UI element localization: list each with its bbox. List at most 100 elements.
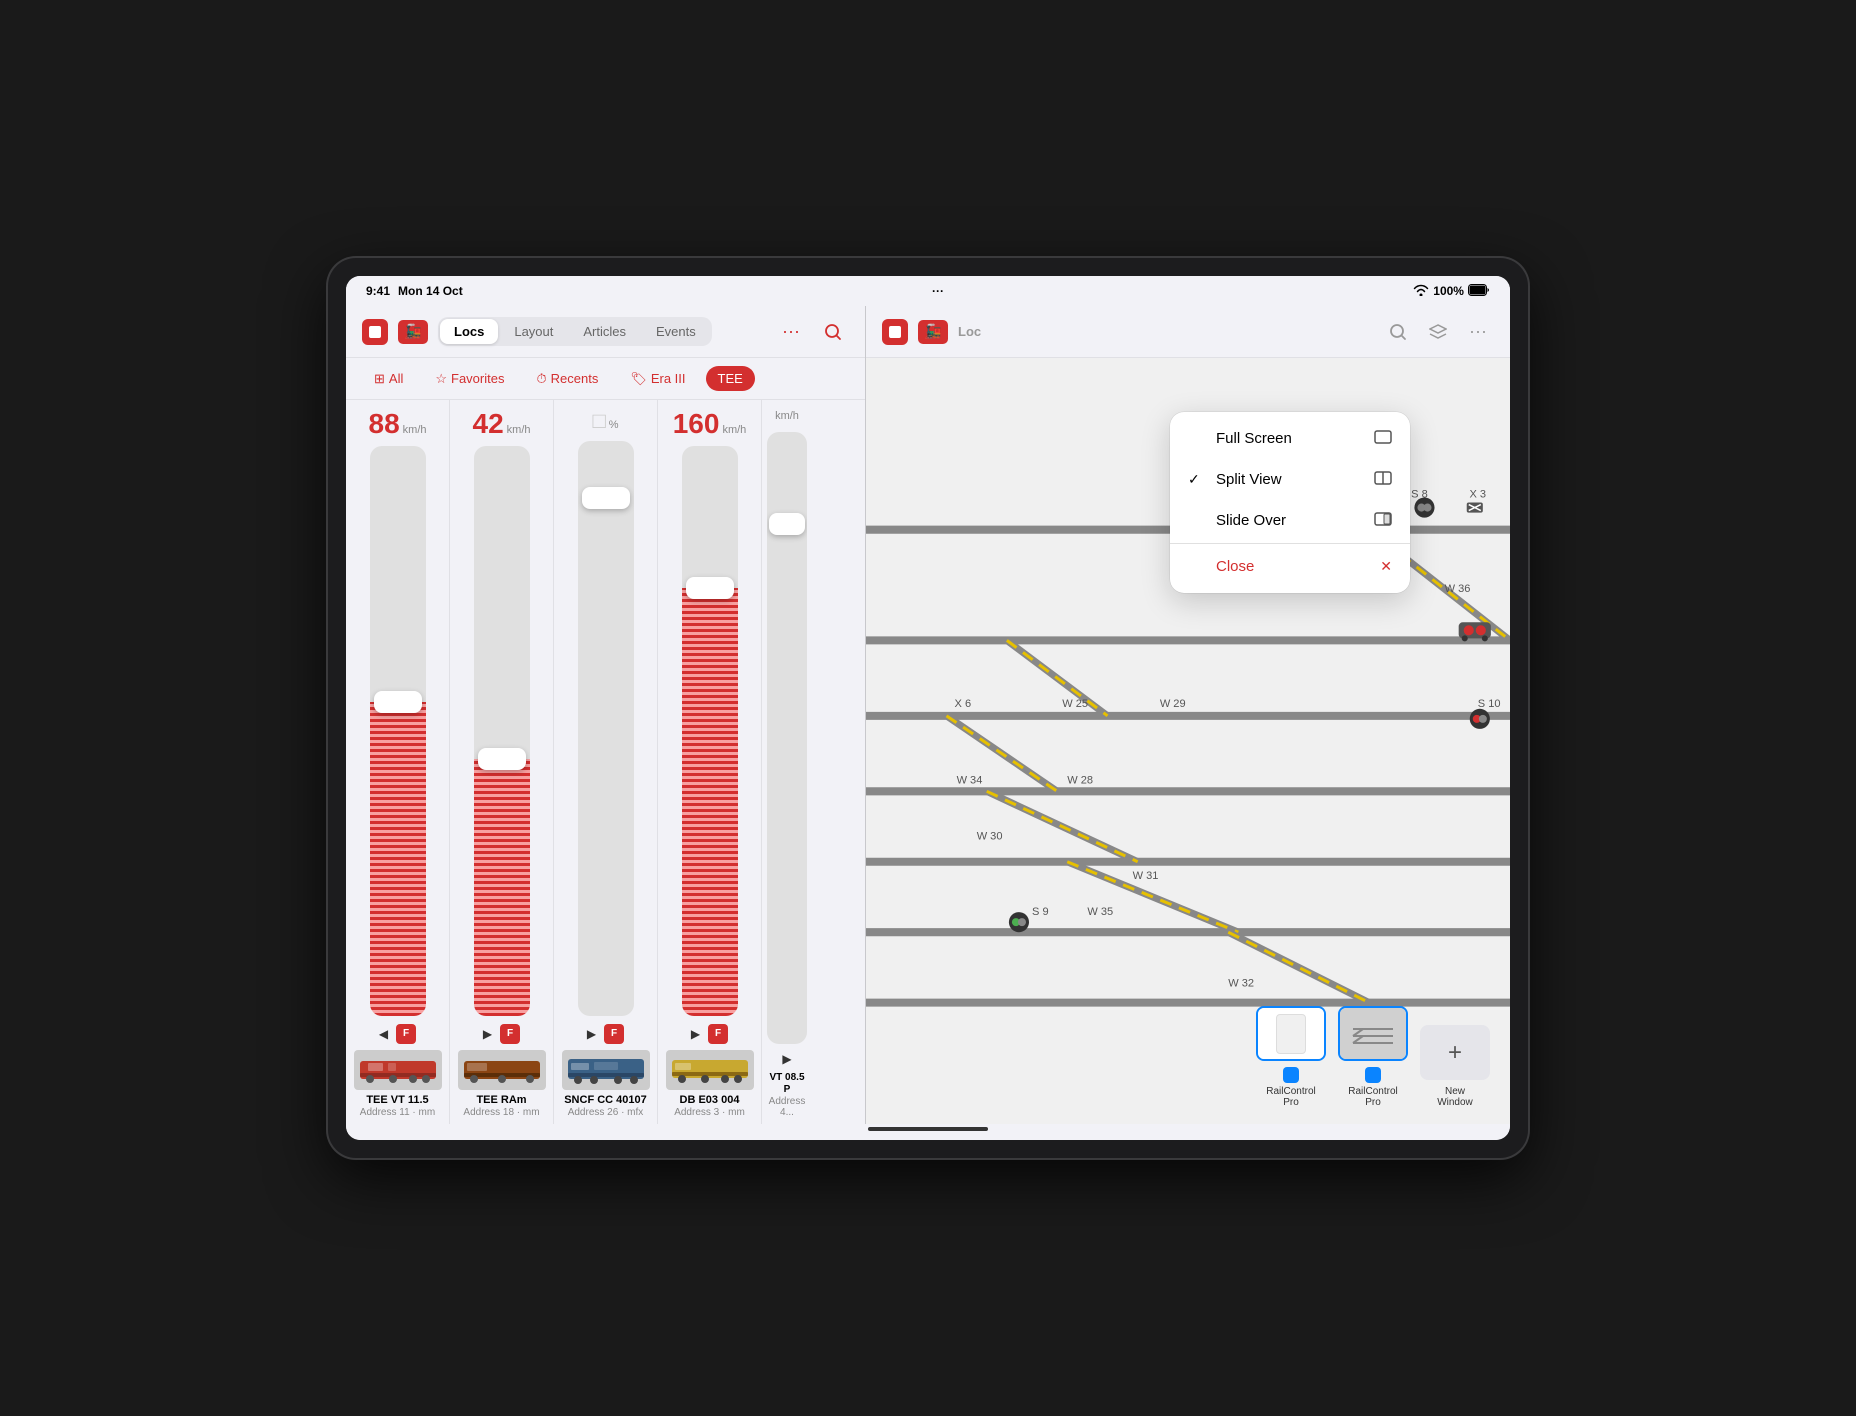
label-x3: X 3 bbox=[1470, 488, 1487, 500]
loco4-func[interactable]: F bbox=[708, 1024, 728, 1044]
loco-1: 88 km/h ◀ F bbox=[346, 400, 450, 1124]
loco3-controls: ▶ F bbox=[587, 1024, 624, 1044]
loco3-unit: % bbox=[609, 419, 619, 431]
filter-era-icon: 🏷 bbox=[630, 371, 647, 387]
loco2-name: TEE RAm bbox=[476, 1094, 526, 1107]
cross-x3[interactable] bbox=[1467, 503, 1483, 513]
filter-all-label: All bbox=[389, 371, 403, 386]
tab-events[interactable]: Events bbox=[642, 319, 710, 344]
menu-splitview-check: ✓ bbox=[1188, 471, 1204, 488]
loco2-addr: Address 18 · mm bbox=[463, 1107, 539, 1118]
filter-fav-label: Favorites bbox=[451, 371, 504, 386]
new-window-button[interactable]: + bbox=[1420, 1025, 1490, 1080]
train-icon[interactable]: 🚂 bbox=[398, 320, 428, 344]
windows-strip: RailControl Pro bbox=[1256, 1006, 1490, 1108]
loco4-thumb[interactable] bbox=[686, 577, 734, 599]
right-train-icon[interactable]: 🚂 bbox=[918, 320, 948, 344]
loco2-fwd[interactable]: ▶ bbox=[483, 1027, 492, 1041]
loco-5: km/h ▶ VT 08.5 P Address 4... bbox=[762, 400, 812, 1124]
new-window-thumb: + New Window bbox=[1420, 1025, 1490, 1108]
loco4-image bbox=[666, 1050, 754, 1090]
loco1-addr: Address 11 · mm bbox=[360, 1107, 435, 1118]
window-preview-2[interactable] bbox=[1338, 1006, 1408, 1061]
filter-tee[interactable]: TEE bbox=[706, 366, 755, 391]
loco5-thumb[interactable] bbox=[769, 513, 805, 535]
loco5-addr: Address 4... bbox=[768, 1096, 806, 1118]
popup-menu: Full Screen ✓ Split View bbox=[1170, 412, 1410, 593]
loco2-speed: 42 bbox=[473, 410, 504, 438]
tab-group: Locs Layout Articles Events bbox=[438, 317, 712, 346]
menu-fullscreen[interactable]: Full Screen bbox=[1170, 418, 1410, 459]
filter-tee-label: TEE bbox=[718, 371, 743, 386]
filter-era[interactable]: 🏷 Era III bbox=[618, 366, 697, 392]
filter-recents[interactable]: ⏱ Recents bbox=[524, 366, 610, 392]
filter-favorites[interactable]: ☆ Favorites bbox=[423, 366, 516, 392]
loco1-reverse[interactable]: ◀ bbox=[379, 1027, 388, 1041]
layout-canvas: S 8 X 3 bbox=[866, 358, 1510, 1124]
window-bg-2 bbox=[1340, 1008, 1406, 1059]
loco3-slider[interactable] bbox=[578, 441, 634, 1016]
menu-slideover[interactable]: Slide Over bbox=[1170, 500, 1410, 541]
loco4-speed: 160 bbox=[673, 410, 720, 438]
splitview-icon bbox=[1374, 471, 1392, 488]
more-button[interactable]: ··· bbox=[775, 316, 807, 348]
filter-era-label: Era III bbox=[651, 371, 686, 386]
window-thumb-2: RailControl Pro bbox=[1338, 1006, 1408, 1108]
tab-articles[interactable]: Articles bbox=[569, 319, 640, 344]
loco3-func[interactable]: F bbox=[604, 1024, 624, 1044]
loco3-thumb[interactable] bbox=[582, 487, 630, 509]
label-s10: S 10 bbox=[1478, 698, 1501, 710]
label-w30: W 30 bbox=[977, 831, 1003, 843]
loco1-thumb[interactable] bbox=[374, 691, 422, 713]
signal-s8[interactable] bbox=[1414, 497, 1434, 517]
tab-locs[interactable]: Locs bbox=[440, 319, 498, 344]
loco1-fill bbox=[370, 702, 426, 1015]
menu-close-label: Close bbox=[1216, 558, 1368, 575]
filter-all[interactable]: ⊞ All bbox=[362, 366, 415, 392]
right-layers-button[interactable] bbox=[1422, 316, 1454, 348]
right-stop-button[interactable] bbox=[882, 319, 908, 345]
loco1-slider[interactable] bbox=[370, 446, 426, 1016]
loco2-unit: km/h bbox=[507, 424, 531, 436]
fullscreen-icon bbox=[1374, 430, 1392, 447]
tab-layout[interactable]: Layout bbox=[500, 319, 567, 344]
search-button[interactable] bbox=[817, 316, 849, 348]
status-day: Mon 14 Oct bbox=[398, 284, 463, 298]
loco2-fill bbox=[474, 759, 530, 1015]
window-preview-1[interactable] bbox=[1256, 1006, 1326, 1061]
loco2-thumb[interactable] bbox=[478, 748, 526, 770]
menu-splitview[interactable]: ✓ Split View bbox=[1170, 459, 1410, 500]
loco4-fwd[interactable]: ▶ bbox=[691, 1027, 700, 1041]
loco5-controls: ▶ bbox=[782, 1052, 791, 1066]
loco2-image bbox=[458, 1050, 546, 1090]
stop-icon bbox=[369, 326, 381, 338]
right-search-button[interactable] bbox=[1382, 316, 1414, 348]
loco5-fwd[interactable]: ▶ bbox=[782, 1052, 791, 1066]
loco-3: □ % ▶ F bbox=[554, 400, 658, 1124]
left-panel: 🚂 Locs Layout Articles Events ··· bbox=[346, 306, 866, 1124]
signal-s10[interactable] bbox=[1470, 709, 1490, 729]
loco4-slider[interactable] bbox=[682, 446, 738, 1016]
right-more-button[interactable]: ··· bbox=[1462, 316, 1494, 348]
right-tab-loc[interactable]: Loc bbox=[958, 324, 981, 339]
menu-close[interactable]: Close ✕ bbox=[1170, 546, 1410, 587]
loco2-func[interactable]: F bbox=[500, 1024, 520, 1044]
signal-s9[interactable] bbox=[1009, 912, 1029, 932]
loco3-addr: Address 26 · mfx bbox=[568, 1107, 644, 1118]
filter-rec-icon: ⏱ bbox=[536, 371, 546, 387]
ipad-screen: 9:41 Mon 14 Oct ··· 100% bbox=[346, 276, 1510, 1140]
loco1-name: TEE VT 11.5 bbox=[366, 1094, 428, 1107]
loco3-fwd[interactable]: ▶ bbox=[587, 1027, 596, 1041]
window-1-label: RailControl bbox=[1266, 1086, 1315, 1097]
left-nav-bar: 🚂 Locs Layout Articles Events ··· bbox=[346, 306, 865, 358]
loco5-slider[interactable] bbox=[767, 432, 807, 1044]
loco1-func[interactable]: F bbox=[396, 1024, 416, 1044]
loco3-name: SNCF CC 40107 bbox=[564, 1094, 647, 1107]
loco4-addr: Address 3 · mm bbox=[674, 1107, 745, 1118]
label-w31: W 31 bbox=[1133, 870, 1159, 882]
new-window-label: New bbox=[1445, 1086, 1465, 1097]
loco2-slider[interactable] bbox=[474, 446, 530, 1016]
stop-button[interactable] bbox=[362, 319, 388, 345]
filter-rec-label: Recents bbox=[551, 371, 599, 386]
loco1-speed: 88 bbox=[369, 410, 400, 438]
